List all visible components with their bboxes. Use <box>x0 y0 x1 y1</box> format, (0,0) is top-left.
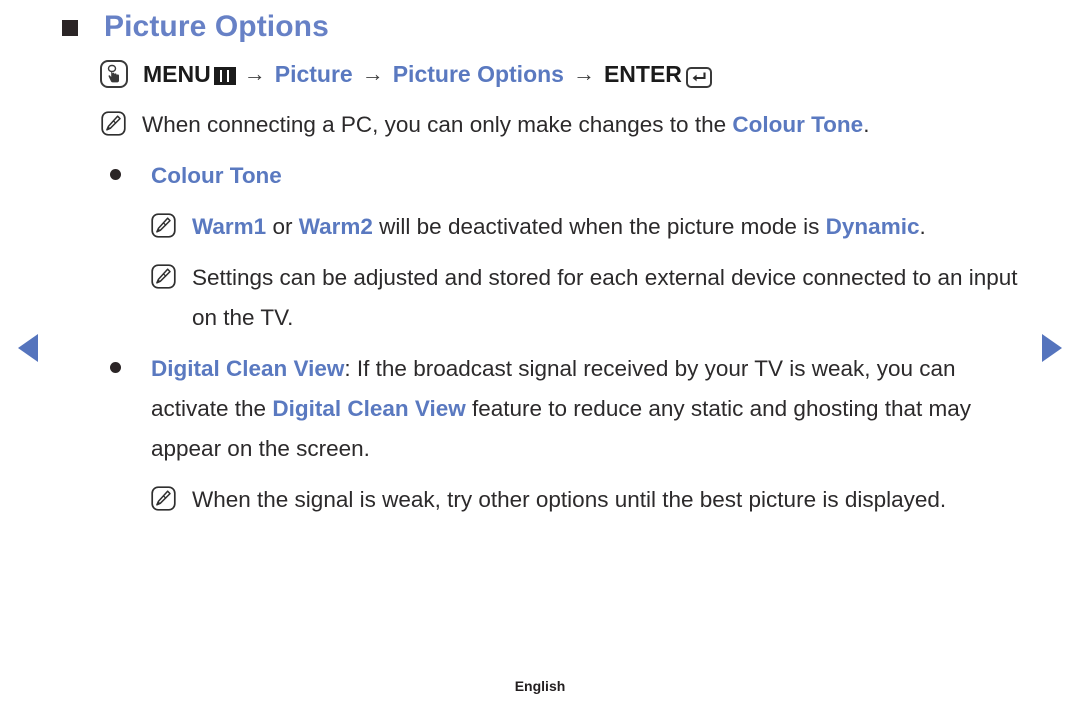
list-item-text: When connecting a PC, you can only make … <box>142 105 1030 145</box>
menu-path-arrow-1: → <box>243 61 266 86</box>
plain-text: When the signal is weak, try other optio… <box>192 487 947 512</box>
hand-press-icon <box>100 60 128 88</box>
highlighted-term[interactable]: Digital Clean View <box>272 396 465 421</box>
plain-text: . <box>919 214 926 239</box>
menu-path-breadcrumb: MENU → Picture → Picture Options → ENTER <box>100 57 1030 91</box>
list-item-text: When the signal is weak, try other optio… <box>192 480 1030 520</box>
list-item-text: Warm1 or Warm2 will be deactivated when … <box>192 207 1030 247</box>
highlighted-term[interactable]: Warm2 <box>299 214 373 239</box>
note-list-item: Warm1 or Warm2 will be deactivated when … <box>150 207 1030 247</box>
note-list-item: Settings can be adjusted and stored for … <box>150 258 1030 338</box>
highlighted-term[interactable]: Warm1 <box>192 214 266 239</box>
prev-page-arrow-icon[interactable] <box>18 334 38 362</box>
page-title-text: Picture Options <box>104 10 329 43</box>
bullet-dot-icon <box>110 169 121 180</box>
list-item-text: Digital Clean View: If the broadcast sig… <box>151 349 1030 469</box>
bullet-list-item: Colour Tone <box>110 156 1030 196</box>
list-item-text: Settings can be adjusted and stored for … <box>192 258 1030 338</box>
note-list-item: When connecting a PC, you can only make … <box>100 105 1030 145</box>
content-rows: When connecting a PC, you can only make … <box>100 105 1030 520</box>
content-column: MENU → Picture → Picture Options → ENTER… <box>100 57 1030 520</box>
menu-grid-icon <box>213 67 236 85</box>
next-page-arrow-icon[interactable] <box>1042 334 1062 362</box>
note-pencil-icon <box>150 485 177 512</box>
note-pencil-icon <box>150 263 177 290</box>
plain-text: When connecting a PC, you can only make … <box>142 112 733 137</box>
highlighted-term[interactable]: Dynamic <box>826 214 920 239</box>
note-list-item: When the signal is weak, try other optio… <box>150 480 1030 520</box>
note-pencil-icon <box>150 212 177 239</box>
plain-text: will be deactivated when the picture mod… <box>372 214 826 239</box>
menu-path-arrow-3: → <box>572 61 595 86</box>
menu-path-step-picture-options[interactable]: Picture Options <box>393 62 564 86</box>
manual-page: Picture Options MENU → Picture → Picture… <box>0 0 1080 705</box>
enter-key-icon <box>685 66 712 88</box>
menu-path-menu-label[interactable]: MENU <box>143 62 211 86</box>
highlighted-term[interactable]: Digital Clean View <box>151 356 344 381</box>
list-item-text: Colour Tone <box>151 156 1030 196</box>
plain-text: . <box>863 112 870 137</box>
bullet-list-item: Digital Clean View: If the broadcast sig… <box>110 349 1030 469</box>
title-bullet-square-icon <box>62 20 78 36</box>
footer-language: English <box>514 678 566 694</box>
bullet-dot-icon <box>110 362 121 373</box>
menu-path-enter-label[interactable]: ENTER <box>604 62 682 86</box>
highlighted-term[interactable]: Colour Tone <box>732 112 863 137</box>
plain-text: or <box>266 214 299 239</box>
highlighted-term[interactable]: Colour Tone <box>151 163 282 188</box>
menu-path-step-picture[interactable]: Picture <box>275 62 353 86</box>
page-title: Picture Options <box>62 12 329 42</box>
menu-path-arrow-2: → <box>361 61 384 86</box>
note-pencil-icon <box>100 110 127 137</box>
plain-text: Settings can be adjusted and stored for … <box>192 265 1018 330</box>
